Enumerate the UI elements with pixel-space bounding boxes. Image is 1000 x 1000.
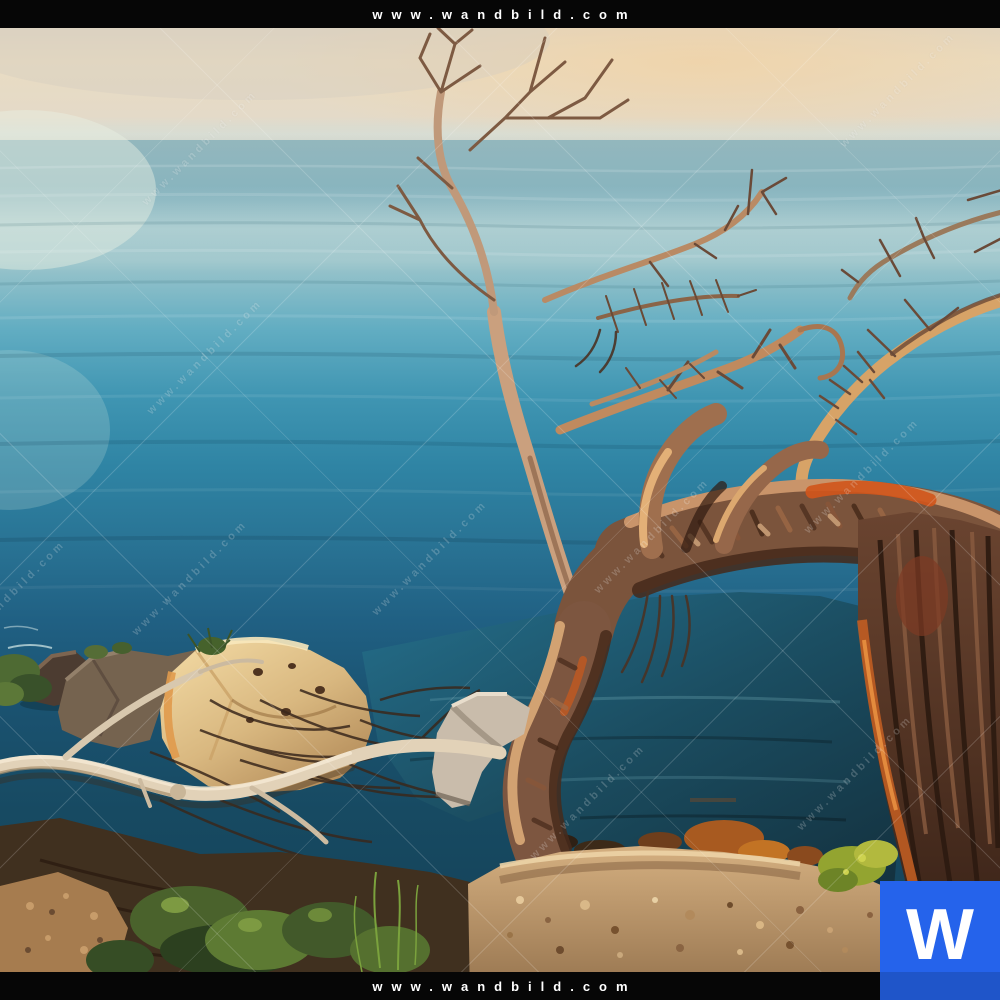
bottom-url-text: www.wandbild.com <box>363 979 636 994</box>
watermarked-photo: www.wandbild.comwww.wandbild.comwww.wand… <box>0 0 1000 1000</box>
brand-logo-letter: W <box>906 899 974 971</box>
bottom-url-bar: www.wandbild.com <box>0 972 1000 1000</box>
top-url-bar: www.wandbild.com <box>0 0 1000 28</box>
brand-logo: W <box>880 881 1000 1000</box>
top-url-text: www.wandbild.com <box>363 7 636 22</box>
brand-logo-shade <box>880 972 1000 1000</box>
photo-scene <box>0 0 1000 1000</box>
